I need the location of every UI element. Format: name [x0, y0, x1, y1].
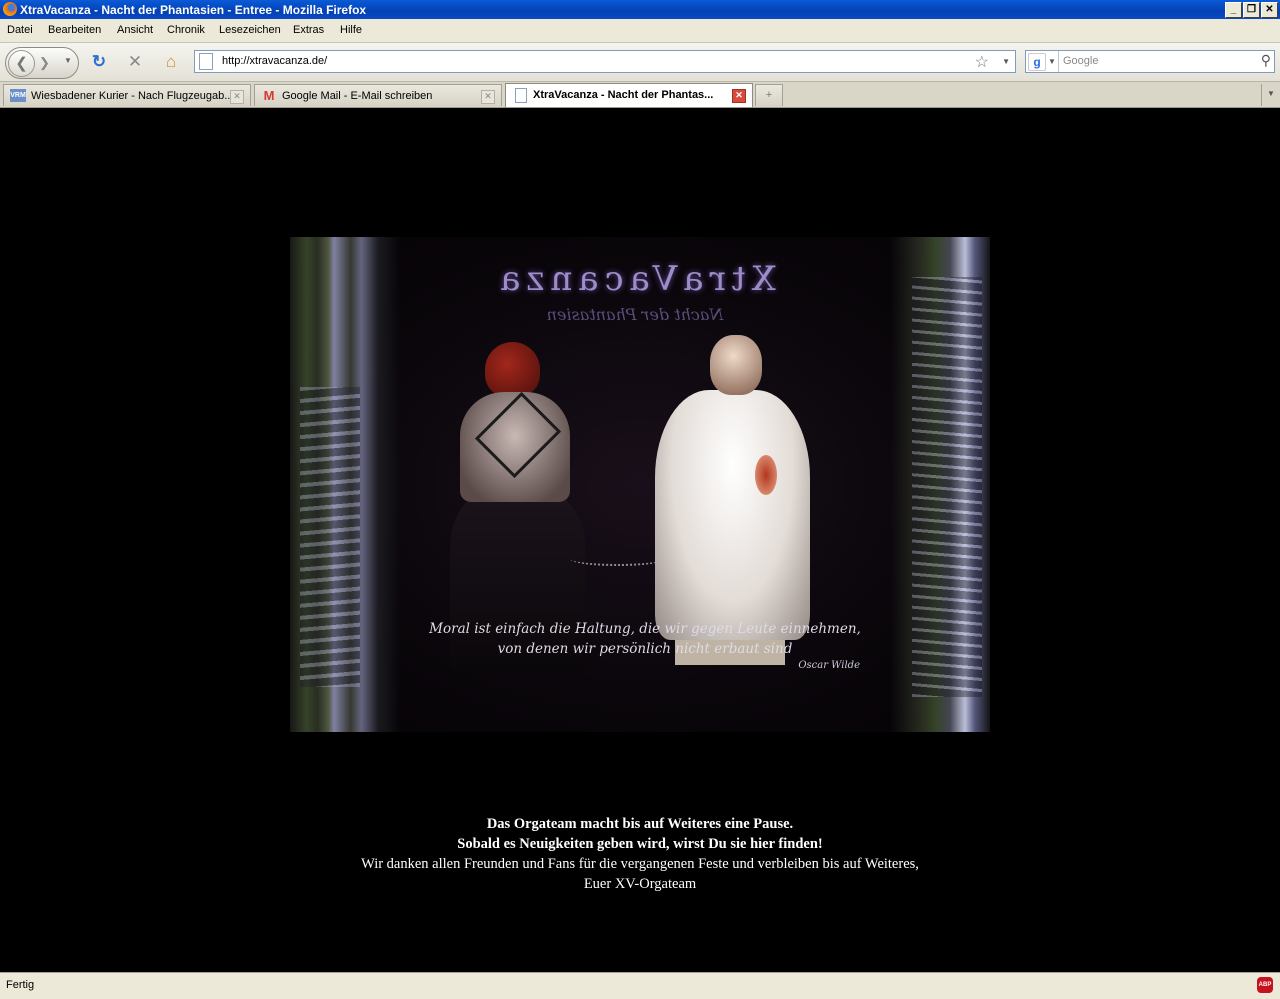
page-icon [199, 53, 213, 70]
back-arrow-icon[interactable]: ❮ [8, 50, 35, 77]
menu-bearbeiten[interactable]: Bearbeiten [48, 24, 101, 36]
announcement-signature: Euer XV-Orgateam [583, 876, 697, 892]
page-favicon-icon [515, 88, 527, 103]
site-banner-image: XtraVacanza Nacht der Phantasien Moral i… [290, 237, 990, 732]
close-window-button[interactable]: ✕ [1261, 2, 1278, 18]
menu-chronik[interactable]: Chronik [167, 24, 205, 36]
url-text[interactable]: http://xtravacanza.de/ [222, 55, 327, 67]
tab-google-mail[interactable]: M Google Mail - E-Mail schreiben ✕ [254, 84, 502, 106]
search-box[interactable]: g ▼ Google ⚲ [1025, 50, 1275, 73]
home-icon[interactable]: ⌂ [161, 52, 181, 72]
menu-datei[interactable]: Datei [7, 24, 33, 36]
navigation-toolbar: ❮ ❯ ▼ ↻ ✕ ⌂ http://xtravacanza.de/ ☆ ▼ g… [0, 43, 1280, 82]
firefox-logo-icon [3, 2, 17, 16]
tab-xtravacanza[interactable]: XtraVacanza - Nacht der Phantas... ✕ [505, 83, 753, 107]
banner-quote: Moral ist einfach die Haltung, die wir g… [410, 619, 880, 659]
announcement-line-3: Wir danken allen Freunden und Fans für d… [361, 856, 919, 872]
tab-label: XtraVacanza - Nacht der Phantas... [533, 89, 714, 101]
window-title: XtraVacanza - Nacht der Phantasien - Ent… [20, 3, 367, 17]
gmail-favicon-icon: M [263, 88, 275, 103]
menu-extras[interactable]: Extras [293, 24, 324, 36]
menu-bar: Datei Bearbeiten Ansicht Chronik Lesezei… [0, 19, 1280, 43]
quote-line-2: von denen wir persönlich nicht erbaut si… [497, 641, 793, 657]
menu-ansicht[interactable]: Ansicht [117, 24, 153, 36]
announcement-line-1: Das Orgateam macht bis auf Weiteres eine… [486, 816, 794, 832]
back-forward-group: ❮ ❯ ▼ [5, 47, 79, 79]
engine-dropdown-icon[interactable]: ▼ [1048, 57, 1056, 66]
restore-button[interactable]: ❐ [1243, 2, 1260, 18]
menu-lesezeichen[interactable]: Lesezeichen [219, 24, 281, 36]
tab-bar: VRM Wiesbadener Kurier - Nach Flugzeugab… [0, 82, 1280, 108]
search-placeholder[interactable]: Google [1063, 55, 1098, 67]
tab-label: Wiesbadener Kurier - Nach Flugzeugab... [31, 90, 234, 102]
tab-list-dropdown-icon[interactable]: ▼ [1261, 84, 1280, 106]
close-tab-icon[interactable]: ✕ [230, 90, 244, 104]
site-logo-subtitle: Nacht der Phantasien [546, 305, 724, 324]
close-tab-icon[interactable]: ✕ [481, 90, 495, 104]
minimize-button[interactable]: _ [1225, 2, 1242, 18]
adblock-plus-icon[interactable]: ABP [1257, 977, 1273, 993]
star-icon[interactable]: ☆ [975, 52, 989, 72]
stop-icon[interactable]: ✕ [125, 52, 145, 72]
search-separator [1058, 51, 1059, 72]
forward-arrow-icon[interactable]: ❯ [39, 55, 50, 71]
stone-pillar-right [890, 237, 990, 732]
magnifier-icon[interactable]: ⚲ [1261, 52, 1271, 69]
page-content: XtraVacanza Nacht der Phantasien Moral i… [0, 108, 1280, 972]
status-bar: Fertig ABP [0, 972, 1280, 999]
url-dropdown-icon[interactable]: ▼ [1002, 57, 1010, 66]
quote-author: Oscar Wilde [798, 660, 860, 671]
history-dropdown-icon[interactable]: ▼ [64, 56, 72, 65]
menu-hilfe[interactable]: Hilfe [340, 24, 362, 36]
new-tab-button[interactable]: + [755, 84, 783, 106]
url-bar[interactable]: http://xtravacanza.de/ ☆ ▼ [194, 50, 1016, 73]
site-logo: XtraVacanza [494, 259, 776, 299]
window-titlebar: XtraVacanza - Nacht der Phantasien - Ent… [0, 0, 1280, 19]
close-tab-icon[interactable]: ✕ [732, 89, 746, 103]
status-text: Fertig [6, 979, 35, 991]
reload-icon[interactable]: ↻ [89, 52, 109, 72]
tab-label: Google Mail - E-Mail schreiben [282, 90, 433, 102]
google-engine-icon[interactable]: g [1028, 53, 1046, 71]
quote-line-1: Moral ist einfach die Haltung, die wir g… [429, 621, 861, 637]
stone-pillar-left [290, 237, 400, 732]
announcement-line-2: Sobald es Neuigkeiten geben wird, wirst … [457, 836, 823, 852]
announcement-text: Das Orgateam macht bis auf Weiteres eine… [290, 814, 990, 894]
man-figure [645, 335, 815, 665]
window-controls: _ ❐ ✕ [1225, 2, 1278, 18]
vrm-favicon-icon: VRM [10, 89, 26, 102]
tab-wiesbadener-kurier[interactable]: VRM Wiesbadener Kurier - Nach Flugzeugab… [3, 84, 251, 106]
